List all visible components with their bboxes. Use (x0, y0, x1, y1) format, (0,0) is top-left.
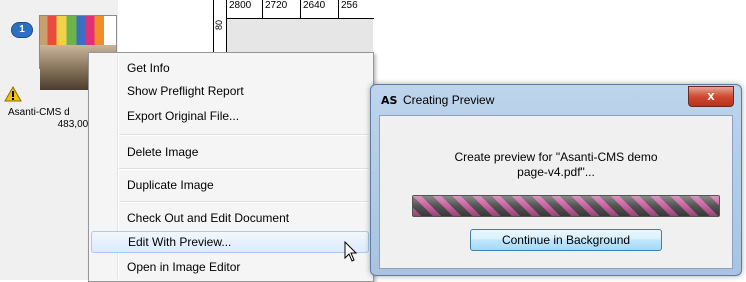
file-size-label: 483,00 x (57, 119, 96, 130)
ruler-tick: 2800 (226, 0, 251, 18)
menu-item-check-out-and-edit-document[interactable]: Check Out and Edit Document (91, 207, 369, 229)
progress-bar (412, 195, 720, 217)
menu-item-delete-image[interactable]: Delete Image (91, 141, 369, 163)
ruler-tick: 2720 (262, 0, 287, 18)
progress-bar-sheen (413, 196, 719, 216)
warning-icon (4, 86, 22, 102)
vertical-ruler-label: 80 (214, 19, 224, 30)
menu-separator (119, 134, 369, 136)
menu-separator (119, 201, 369, 203)
status-message-line-2: page-v4.pdf"... (517, 165, 595, 179)
page-number-badge: 1 (12, 23, 32, 37)
menu-item-show-preflight-report[interactable]: Show Preflight Report (91, 80, 369, 102)
menu-item-get-info[interactable]: Get Info (91, 57, 369, 79)
dialog-body: Create preview for "Asanti-CMS demo page… (379, 115, 733, 269)
continue-in-background-button[interactable]: Continue in Background (470, 229, 662, 251)
creating-preview-dialog: AS Creating Preview x Create preview for… (370, 84, 742, 276)
menu-item-open-in-image-editor[interactable]: Open in Image Editor (91, 256, 369, 278)
menu-item-export-original-file[interactable]: Export Original File... (91, 105, 369, 127)
dialog-titlebar[interactable]: AS Creating Preview x (371, 85, 741, 115)
status-message: Create preview for "Asanti-CMS demo page… (380, 150, 732, 180)
app-icon: AS (381, 94, 398, 107)
ruler-tick: 256 (338, 0, 358, 18)
status-message-line-1: Create preview for "Asanti-CMS demo (454, 150, 658, 164)
menu-item-duplicate-image[interactable]: Duplicate Image (91, 174, 369, 196)
context-menu: Get Info Show Preflight Report Export Or… (88, 52, 374, 282)
ruler-tick: 2640 (300, 0, 325, 18)
horizontal-ruler: 2800 2720 2640 256 (213, 0, 374, 19)
mouse-cursor-icon (344, 241, 358, 262)
close-button[interactable]: x (688, 86, 734, 107)
dialog-title: Creating Preview (403, 93, 495, 107)
menu-item-edit-with-preview[interactable]: Edit With Preview... (91, 231, 369, 253)
menu-separator (119, 168, 369, 170)
